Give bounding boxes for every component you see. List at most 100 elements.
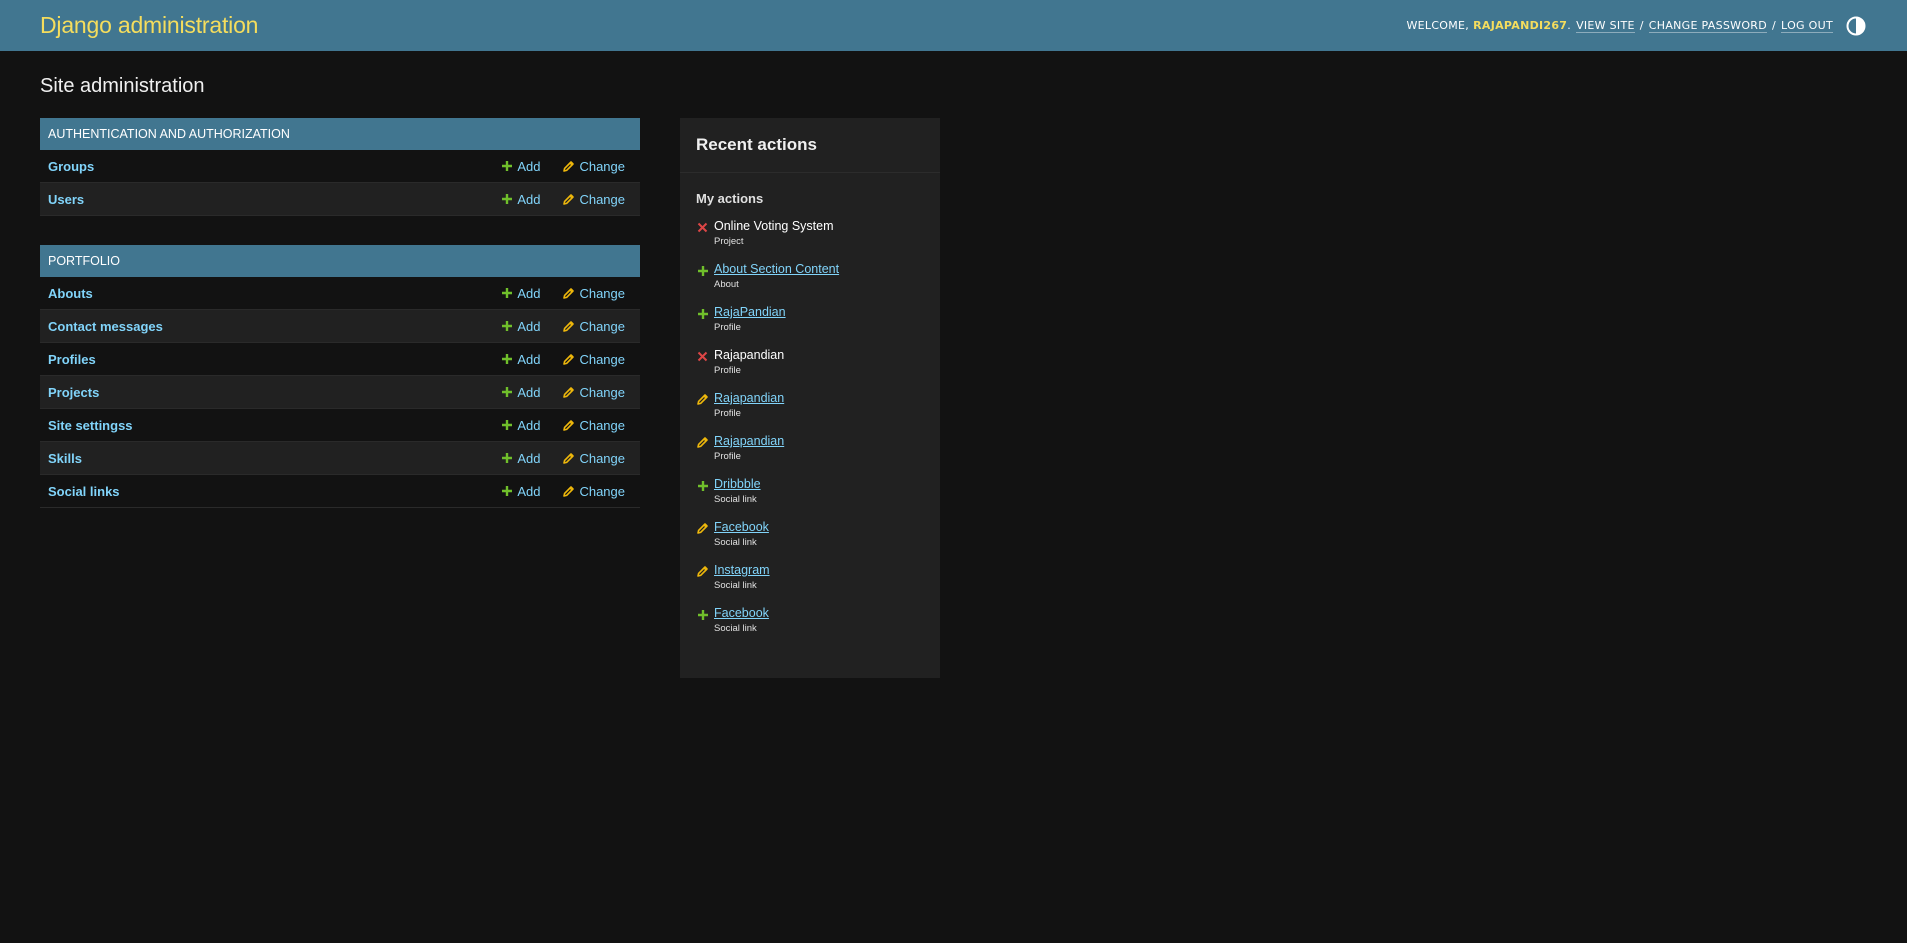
add-button[interactable]: Add (500, 159, 540, 174)
change-label: Change (579, 417, 625, 433)
welcome-text: WELCOME, (1406, 19, 1470, 32)
change-label: Change (579, 450, 625, 466)
add-label: Add (517, 191, 541, 207)
add-button[interactable]: Add (500, 286, 540, 301)
change-button[interactable]: Change (562, 352, 625, 367)
recent-action-item: Rajapandian Profile (696, 433, 924, 476)
change-label: Change (579, 351, 625, 367)
pencil-icon (562, 160, 575, 173)
recent-action-type: Project (714, 236, 744, 247)
separator: / (1639, 19, 1644, 32)
pencil-icon (562, 287, 575, 300)
add-button[interactable]: Add (500, 385, 540, 400)
change-icon (696, 393, 709, 406)
username: RAJAPANDI267 (1473, 19, 1568, 32)
change-button[interactable]: Change (562, 451, 625, 466)
log-out-link[interactable]: LOG OUT (1781, 19, 1833, 33)
recent-action-title[interactable]: Dribbble (714, 476, 924, 493)
recent-action-item: RajaPandian Profile (696, 304, 924, 347)
change-button[interactable]: Change (562, 484, 625, 499)
model-link-profiles[interactable]: Profiles (48, 352, 500, 367)
view-site-link[interactable]: VIEW SITE (1576, 19, 1635, 33)
add-button[interactable]: Add (500, 451, 540, 466)
add-icon (696, 479, 709, 492)
add-button[interactable]: Add (500, 319, 540, 334)
model-row-contact-messages: Contact messages Add Change (40, 310, 640, 343)
add-icon (500, 452, 513, 465)
change-button[interactable]: Change (562, 385, 625, 400)
recent-action-item: Instagram Social link (696, 562, 924, 605)
recent-action-title[interactable]: Rajapandian (714, 390, 924, 407)
add-button[interactable]: Add (500, 192, 540, 207)
model-link-skills[interactable]: Skills (48, 451, 500, 466)
recent-action-title[interactable]: Facebook (714, 605, 924, 622)
model-link-projects[interactable]: Projects (48, 385, 500, 400)
change-button[interactable]: Change (562, 319, 625, 334)
recent-action-title[interactable]: About Section Content (714, 261, 924, 278)
recent-action-title: Rajapandian (714, 348, 785, 362)
add-label: Add (517, 450, 541, 466)
recent-action-type: Profile (714, 451, 741, 462)
recent-action-type: Profile (714, 322, 741, 333)
add-icon (500, 353, 513, 366)
change-label: Change (579, 483, 625, 499)
recent-actions-title: Recent actions (680, 118, 940, 173)
add-button[interactable]: Add (500, 418, 540, 433)
recent-action-item: Rajapandian Profile (696, 347, 924, 390)
model-link-users[interactable]: Users (48, 192, 500, 207)
pencil-icon (562, 452, 575, 465)
recent-action-item: Dribbble Social link (696, 476, 924, 519)
recent-action-type: Profile (714, 408, 741, 419)
model-row-profiles: Profiles Add Change (40, 343, 640, 376)
model-row-groups: Groups Add Change (40, 150, 640, 183)
recent-actions-panel: Recent actions My actions Online Voting … (680, 118, 940, 678)
model-link-contact-messages[interactable]: Contact messages (48, 319, 500, 334)
change-button[interactable]: Change (562, 286, 625, 301)
page-title: Site administration (40, 75, 205, 97)
change-label: Change (579, 191, 625, 207)
site-name[interactable]: Django administration (40, 12, 258, 39)
recent-action-type: Social link (714, 623, 757, 634)
user-tools: WELCOME, RAJAPANDI267. VIEW SITE / CHANG… (1406, 15, 1867, 37)
module-caption[interactable]: AUTHENTICATION AND AUTHORIZATION (40, 118, 640, 150)
change-password-link[interactable]: CHANGE PASSWORD (1648, 19, 1768, 33)
recent-action-type: Profile (714, 365, 741, 376)
model-row-users: Users Add Change (40, 183, 640, 216)
recent-action-type: Social link (714, 494, 757, 505)
add-icon (500, 485, 513, 498)
recent-action-title[interactable]: Rajapandian (714, 433, 924, 450)
change-button[interactable]: Change (562, 192, 625, 207)
add-icon (500, 287, 513, 300)
recent-action-item: Online Voting System Project (696, 218, 924, 261)
module-portfolio: PORTFOLIO Abouts Add Change Contact mess… (40, 245, 640, 508)
theme-toggle-icon[interactable] (1845, 15, 1867, 37)
model-link-site-settingss[interactable]: Site settingss (48, 418, 500, 433)
pencil-icon (562, 353, 575, 366)
recent-action-title[interactable]: RajaPandian (714, 304, 924, 321)
pencil-icon (562, 320, 575, 333)
recent-action-title[interactable]: Instagram (714, 562, 924, 579)
add-label: Add (517, 483, 541, 499)
recent-action-type: Social link (714, 580, 757, 591)
add-label: Add (517, 285, 541, 301)
recent-action-item: Rajapandian Profile (696, 390, 924, 433)
add-button[interactable]: Add (500, 484, 540, 499)
add-label: Add (517, 351, 541, 367)
header: Django administration WELCOME, RAJAPANDI… (0, 0, 1907, 51)
model-row-social-links: Social links Add Change (40, 475, 640, 508)
model-link-abouts[interactable]: Abouts (48, 286, 500, 301)
separator: / (1772, 19, 1777, 32)
change-button[interactable]: Change (562, 159, 625, 174)
change-button[interactable]: Change (562, 418, 625, 433)
model-link-social-links[interactable]: Social links (48, 484, 500, 499)
model-link-groups[interactable]: Groups (48, 159, 500, 174)
model-row-site-settingss: Site settingss Add Change (40, 409, 640, 442)
action-list: Online Voting System Project About Section… (680, 218, 940, 648)
add-icon (696, 264, 709, 277)
module-caption[interactable]: PORTFOLIO (40, 245, 640, 277)
model-row-projects: Projects Add Change (40, 376, 640, 409)
add-icon (500, 193, 513, 206)
pencil-icon (562, 193, 575, 206)
recent-action-title[interactable]: Facebook (714, 519, 924, 536)
add-button[interactable]: Add (500, 352, 540, 367)
